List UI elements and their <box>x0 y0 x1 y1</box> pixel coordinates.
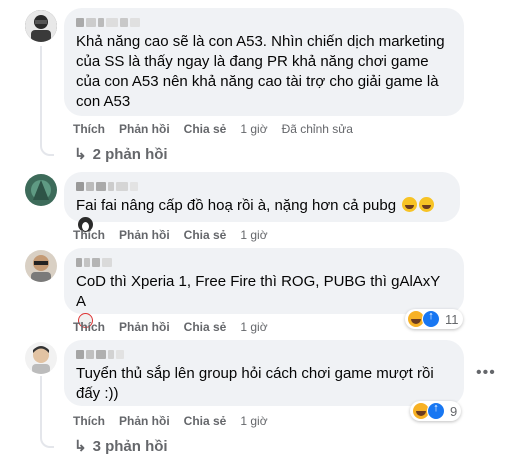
avatar[interactable] <box>25 342 57 374</box>
reactions-summary[interactable]: 11 <box>405 309 463 329</box>
avatar-image <box>25 342 57 374</box>
timestamp[interactable]: 1 giờ <box>240 122 267 136</box>
reply-button[interactable]: Phản hồi <box>119 122 170 136</box>
like-button[interactable]: Thích <box>73 414 105 428</box>
comment-bubble: Tuyển thủ sắp lên group hỏi cách chơi ga… <box>64 340 464 406</box>
view-replies-button[interactable]: ↳ 3 phản hồi <box>74 437 168 456</box>
avatar[interactable] <box>25 10 57 42</box>
comment-bubble: CoD thì Xperia 1, Free Fire thì ROG, PUB… <box>64 248 464 328</box>
share-button[interactable]: Chia sẻ <box>184 414 227 428</box>
comment-actions: Thích Phản hồi Chia sẻ 1 giờ <box>73 319 282 335</box>
thread-elbow <box>40 138 54 156</box>
comment-actions: Thích Phản hồi Chia sẻ 1 giờ <box>73 227 282 243</box>
replies-count: 3 phản hồi <box>92 437 168 455</box>
author-name[interactable] <box>76 16 452 28</box>
timestamp[interactable]: 1 giờ <box>240 414 267 428</box>
like-reaction-icon <box>427 402 445 420</box>
avatar[interactable] <box>25 174 57 206</box>
author-name[interactable] <box>76 348 452 360</box>
comment-text: Khả năng cao sẽ là con A53. Nhìn chiến d… <box>76 33 445 110</box>
reply-button[interactable]: Phản hồi <box>119 228 170 242</box>
thread-elbow <box>40 430 54 448</box>
view-replies-button[interactable]: ↳ 2 phản hồi <box>74 145 168 164</box>
like-button[interactable]: Thích <box>73 122 105 136</box>
like-reaction-icon <box>422 310 440 328</box>
avatar-image <box>25 250 57 282</box>
timestamp[interactable]: 1 giờ <box>240 320 267 334</box>
replies-count: 2 phản hồi <box>92 145 168 163</box>
laughing-emoji-icon <box>402 197 418 212</box>
reply-arrow-icon: ↳ <box>74 438 87 455</box>
share-button[interactable]: Chia sẻ <box>184 228 227 242</box>
reply-arrow-icon: ↳ <box>74 146 87 163</box>
avatar-image <box>25 10 57 42</box>
avatar-image <box>25 174 57 206</box>
avatar[interactable] <box>25 250 57 282</box>
comment-actions: Thích Phản hồi Chia sẻ 1 giờ <box>73 413 282 429</box>
reply-button[interactable]: Phản hồi <box>119 414 170 428</box>
like-button[interactable]: Thích <box>73 228 105 242</box>
author-name[interactable] <box>76 180 448 192</box>
laughing-emoji-icon <box>419 197 435 212</box>
thread-line <box>40 376 42 434</box>
comment-actions: Thích Phản hồi Chia sẻ 1 giờ Đã chỉnh sử… <box>73 121 367 137</box>
thread-line <box>40 46 42 142</box>
comment-text: Tuyển thủ sắp lên group hỏi cách chơi ga… <box>76 365 434 402</box>
comment-text-body: Fai fai nâng cấp đồ hoạ rồi à, nặng hơn … <box>76 197 397 214</box>
like-button[interactable]: Thích <box>73 320 105 334</box>
reactions-summary[interactable]: 9 <box>410 401 462 421</box>
reaction-count: 11 <box>445 311 459 327</box>
share-button[interactable]: Chia sẻ <box>184 320 227 334</box>
reply-button[interactable]: Phản hồi <box>119 320 170 334</box>
comment-text-body: CoD thì Xperia 1, Free Fire thì ROG, PUB… <box>76 273 441 310</box>
edited-label: Đã chỉnh sửa <box>281 122 353 136</box>
author-name[interactable] <box>76 256 452 268</box>
comment-bubble: Khả năng cao sẽ là con A53. Nhìn chiến d… <box>64 8 464 116</box>
share-button[interactable]: Chia sẻ <box>184 122 227 136</box>
comment-bubble: Fai fai nâng cấp đồ hoạ rồi à, nặng hơn … <box>64 172 460 232</box>
reaction-count: 9 <box>450 403 458 419</box>
timestamp[interactable]: 1 giờ <box>240 228 267 242</box>
more-options-icon[interactable]: ••• <box>476 364 496 382</box>
